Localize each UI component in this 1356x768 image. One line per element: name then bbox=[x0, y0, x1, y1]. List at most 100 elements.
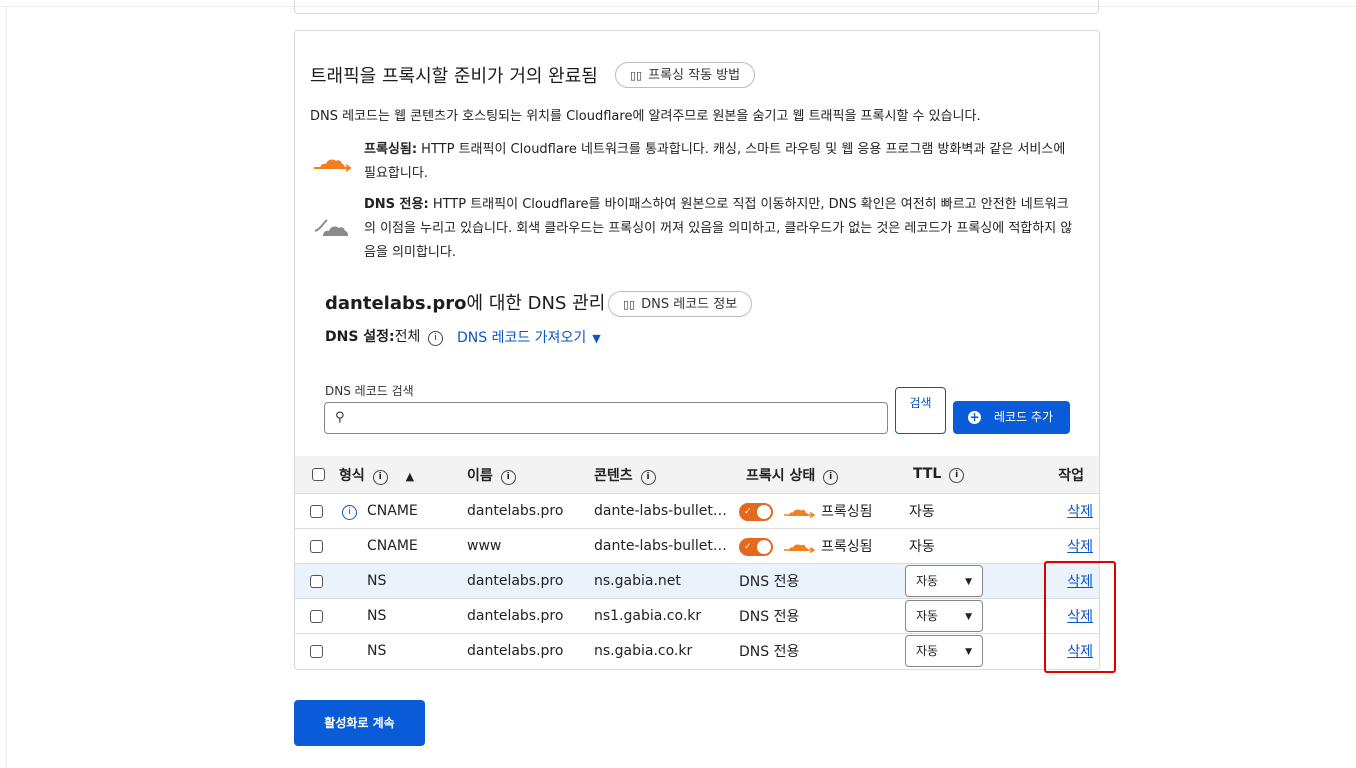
search-label: DNS 레코드 검색 bbox=[325, 384, 414, 398]
proxy-status-text: 프록싱됨 bbox=[821, 504, 873, 520]
proxy-status-text: DNS 전용 bbox=[739, 574, 800, 590]
search-icon: ⚲ bbox=[335, 410, 345, 425]
add-record-label: 레코드 추가 bbox=[994, 410, 1054, 424]
ttl-header: TTL i bbox=[905, 456, 1045, 494]
dns-only-label: DNS 전용: bbox=[364, 197, 429, 212]
record-content: ns.gabia.net bbox=[594, 563, 739, 599]
record-name: www bbox=[467, 528, 594, 564]
setup-description: DNS 레코드는 웹 콘텐츠가 호스팅되는 위치를 Cloudflare에 알려… bbox=[310, 109, 981, 124]
row-checkbox[interactable] bbox=[310, 539, 323, 553]
delete-link[interactable]: 삭제 bbox=[1067, 574, 1093, 590]
check-icon: ✓ bbox=[744, 542, 752, 552]
delete-link[interactable]: 삭제 bbox=[1067, 609, 1093, 625]
plus-circle-icon: + bbox=[968, 410, 981, 424]
import-label: DNS 레코드 가져오기 bbox=[457, 330, 587, 346]
record-type: NS bbox=[359, 633, 467, 668]
caret-down-icon: ▼ bbox=[592, 332, 601, 345]
proxy-status-text: 프록싱됨 bbox=[821, 539, 873, 555]
grey-cloud-icon bbox=[314, 219, 348, 236]
caret-down-icon: ▼ bbox=[965, 577, 972, 587]
ttl-cell: 자동 ▼ bbox=[905, 598, 1045, 634]
info-icon[interactable]: i bbox=[372, 469, 388, 485]
book-icon: ▯▯ bbox=[630, 69, 643, 82]
dns-title-suffix: 에 대한 DNS 관리 bbox=[466, 293, 606, 314]
search-input[interactable] bbox=[353, 407, 877, 431]
ttl-select[interactable]: 자동 ▼ bbox=[905, 565, 983, 597]
ttl-value: 자동 bbox=[909, 504, 935, 520]
row-checkbox[interactable] bbox=[310, 609, 323, 623]
setup-title: 트래픽을 프록시할 준비가 거의 완료됨 bbox=[310, 66, 598, 87]
info-icon[interactable]: i bbox=[342, 504, 357, 520]
proxy-status: DNS 전용 bbox=[739, 598, 905, 634]
book-icon: ▯▯ bbox=[623, 298, 636, 311]
proxy-header: 프록시 상태 i bbox=[739, 456, 905, 494]
search-button[interactable]: 검색 bbox=[895, 387, 946, 434]
dns-records-table: 형식 i ▲ 이름 i 콘텐츠 i 프록시 상태 i TTL i 작업 i CNAM… bbox=[295, 456, 1099, 668]
search-field[interactable]: ⚲ bbox=[324, 402, 888, 434]
content-header: 콘텐츠 i bbox=[594, 456, 739, 494]
proxy-toggle[interactable]: ✓ bbox=[739, 503, 773, 521]
row-checkbox[interactable] bbox=[310, 574, 323, 588]
record-content: ns1.gabia.co.kr bbox=[594, 598, 739, 634]
ttl-select[interactable]: 자동 ▼ bbox=[905, 600, 983, 632]
ttl-cell: 자동 ▼ bbox=[905, 633, 1045, 668]
continue-to-activation-button[interactable]: 활성화로 계속 bbox=[294, 700, 425, 746]
proxy-status: DNS 전용 bbox=[739, 633, 905, 668]
proxy-status: ✓ 프록싱됨 bbox=[739, 493, 905, 529]
proxied-label: 프록싱됨: bbox=[364, 142, 418, 157]
dns-management-title: dantelabs.pro에 대한 DNS 관리 bbox=[325, 289, 605, 315]
previous-card bbox=[294, 0, 1099, 14]
proxy-status: DNS 전용 bbox=[739, 563, 905, 599]
orange-cloud-icon bbox=[784, 509, 816, 519]
import-dns-records-dropdown[interactable]: DNS 레코드 가져오기 ▼ bbox=[457, 327, 601, 347]
proxy-toggle[interactable]: ✓ bbox=[739, 538, 773, 556]
how-proxy-works-button[interactable]: ▯▯ 프록싱 작동 방법 bbox=[615, 62, 756, 88]
name-header: 이름 i bbox=[467, 456, 594, 494]
record-content: dante-labs-bullet… bbox=[594, 528, 739, 564]
proxied-text: HTTP 트래픽이 Cloudflare 네트워크를 통과합니다. 캐싱, 스마… bbox=[364, 142, 1066, 181]
proxy-status-text: DNS 전용 bbox=[739, 609, 800, 625]
add-record-button[interactable]: + 레코드 추가 bbox=[953, 401, 1070, 434]
table-row: NS dantelabs.pro ns.gabia.co.kr DNS 전용 자동 ▼ 삭제 bbox=[295, 633, 1099, 668]
record-name: dantelabs.pro bbox=[467, 493, 594, 529]
ttl-cell: 자동 ▼ bbox=[905, 563, 1045, 599]
orange-cloud-icon bbox=[314, 159, 351, 172]
ttl-select[interactable]: 자동 ▼ bbox=[905, 635, 983, 667]
record-name: dantelabs.pro bbox=[467, 598, 594, 634]
record-type: CNAME bbox=[359, 528, 467, 564]
record-content: ns.gabia.co.kr bbox=[594, 633, 739, 668]
domain-name: dantelabs.pro bbox=[325, 293, 467, 314]
info-icon[interactable]: i bbox=[949, 468, 965, 483]
record-type: NS bbox=[359, 563, 467, 599]
table-row: CNAME www dante-labs-bullet… ✓ 프록싱됨 자동 삭제 bbox=[295, 528, 1099, 564]
orange-cloud-icon bbox=[784, 544, 816, 554]
record-name: dantelabs.pro bbox=[467, 563, 594, 599]
table-header-row: 형식 i ▲ 이름 i 콘텐츠 i 프록시 상태 i TTL i 작업 bbox=[295, 456, 1099, 494]
record-content: dante-labs-bullet… bbox=[594, 493, 739, 529]
info-icon[interactable]: i bbox=[427, 331, 443, 346]
info-icon[interactable]: i bbox=[823, 469, 839, 485]
info-icon[interactable]: i bbox=[500, 469, 516, 485]
delete-link[interactable]: 삭제 bbox=[1067, 539, 1093, 555]
ttl-cell: 자동 bbox=[905, 528, 1045, 564]
dns-setting-value: 전체 bbox=[394, 329, 421, 345]
proxy-status-text: DNS 전용 bbox=[739, 644, 800, 660]
sort-up-icon[interactable]: ▲ bbox=[406, 470, 414, 483]
type-header[interactable]: 형식 i ▲ bbox=[339, 456, 467, 494]
dns-setting: DNS 설정:전체 i bbox=[325, 326, 443, 346]
table-row: i CNAME dantelabs.pro dante-labs-bullet… ✓ 프록… bbox=[295, 493, 1099, 529]
dns-only-text: HTTP 트래픽이 Cloudflare를 바이패스하여 원본으로 직접 이동하… bbox=[364, 197, 1073, 260]
delete-link[interactable]: 삭제 bbox=[1067, 504, 1093, 520]
row-checkbox[interactable] bbox=[310, 504, 323, 518]
caret-down-icon: ▼ bbox=[965, 612, 972, 622]
left-divider bbox=[6, 6, 7, 768]
actions-header: 작업 bbox=[1045, 456, 1099, 494]
row-checkbox[interactable] bbox=[310, 644, 323, 658]
table-row: NS dantelabs.pro ns.gabia.net DNS 전용 자동 ▼ 삭제 bbox=[295, 563, 1099, 599]
check-icon: ✓ bbox=[744, 507, 752, 517]
info-icon[interactable]: i bbox=[640, 469, 656, 485]
dns-record-info-button[interactable]: ▯▯ DNS 레코드 정보 bbox=[608, 291, 753, 317]
select-all-checkbox[interactable] bbox=[312, 468, 325, 481]
proxy-status: ✓ 프록싱됨 bbox=[739, 528, 905, 564]
delete-link[interactable]: 삭제 bbox=[1067, 644, 1093, 660]
